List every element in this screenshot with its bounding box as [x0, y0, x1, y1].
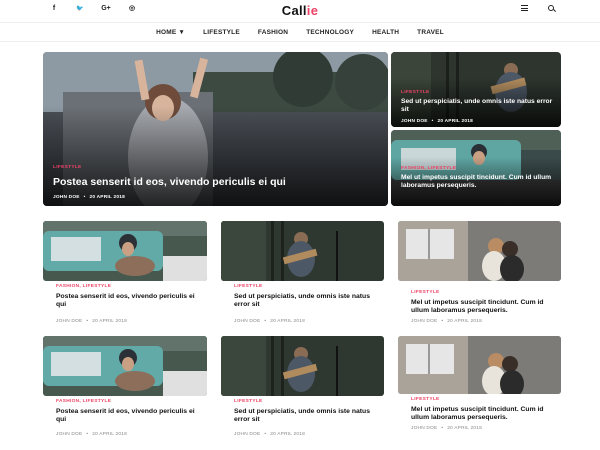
- post-date: 20 APRIL 2018: [89, 195, 125, 200]
- couple-photo: [398, 221, 561, 281]
- post-title[interactable]: Sed ut perspiciatis, unde omnis iste nat…: [401, 98, 553, 114]
- car-photo: [43, 336, 207, 396]
- post-meta: JOHN DOE • 20 APRIL 2018: [401, 119, 553, 124]
- post-date: 20 APRIL 2018: [447, 426, 482, 432]
- post-meta: JOHN DOE • 20 APRIL 2018: [411, 319, 552, 324]
- post-category[interactable]: FASHION, LIFESTYLE: [56, 284, 198, 289]
- post-date: 20 APRIL 2018: [447, 319, 482, 325]
- post-date: 20 APRIL 2018: [270, 432, 305, 438]
- post-title[interactable]: Sed ut perspiciatis, unde omnis iste nat…: [234, 293, 375, 309]
- guitarist-photo: [221, 221, 384, 281]
- post-thumbnail[interactable]: [43, 336, 207, 396]
- featured-side-post-2[interactable]: FASHION, LIFESTYLE Mel ut impetus suscip…: [391, 130, 561, 206]
- post-author[interactable]: JOHN DOE: [234, 319, 260, 324]
- post-date: 20 APRIL 2018: [92, 432, 127, 438]
- post-meta: JOHN DOE • 20 APRIL 2018: [56, 432, 198, 437]
- post-meta: JOHN DOE • 20 APRIL 2018: [234, 432, 375, 437]
- featured-side-post-1[interactable]: LIFESTYLE Sed ut perspiciatis, unde omni…: [391, 52, 561, 127]
- post-category[interactable]: FASHION, LIFESTYLE: [56, 399, 198, 404]
- meta-separator: •: [86, 432, 89, 438]
- post-category[interactable]: LIFESTYLE: [234, 284, 375, 289]
- nav-item-fashion[interactable]: FASHION: [258, 29, 288, 36]
- post-category[interactable]: LIFESTYLE: [401, 90, 553, 95]
- post-category[interactable]: LIFESTYLE: [411, 397, 552, 402]
- post-title[interactable]: Postea senserit id eos, vivendo periculi…: [56, 293, 198, 309]
- post-thumbnail[interactable]: [43, 221, 207, 281]
- meta-separator: •: [431, 119, 434, 124]
- meta-separator: •: [264, 319, 267, 325]
- post-category[interactable]: LIFESTYLE: [53, 165, 380, 170]
- nav-item-home[interactable]: HOME ▼: [156, 29, 185, 36]
- menu-icon[interactable]: [521, 5, 528, 11]
- logo-accent: ie: [306, 3, 319, 18]
- post-meta: JOHN DOE • 20 APRIL 2018: [234, 319, 375, 324]
- post-title[interactable]: Mel ut impetus suscipit tincidunt. Cum i…: [401, 174, 553, 190]
- post-card[interactable]: LIFESTYLE Mel ut impetus suscipit tincid…: [398, 336, 561, 446]
- nav-item-travel[interactable]: TRAVEL: [417, 29, 444, 36]
- post-body: LIFESTYLE Mel ut impetus suscipit tincid…: [408, 394, 555, 432]
- post-body: FASHION, LIFESTYLE Postea senserit id eo…: [53, 396, 201, 438]
- post-title[interactable]: Postea senserit id eos, vivendo periculi…: [53, 176, 380, 189]
- post-author[interactable]: JOHN DOE: [234, 432, 260, 437]
- post-thumbnail[interactable]: [221, 336, 384, 396]
- post-category[interactable]: LIFESTYLE: [411, 290, 552, 295]
- post-date: 20 APRIL 2018: [437, 119, 473, 124]
- logo-text: Call: [281, 3, 307, 18]
- meta-separator: •: [264, 432, 267, 438]
- post-meta: JOHN DOE • 20 APRIL 2018: [53, 195, 380, 200]
- site-logo[interactable]: Callie: [0, 3, 600, 18]
- post-body: LIFESTYLE Sed ut perspiciatis, unde omni…: [231, 281, 378, 325]
- post-card[interactable]: LIFESTYLE Sed ut perspiciatis, unde omni…: [221, 221, 384, 331]
- post-title[interactable]: Postea senserit id eos, vivendo periculi…: [56, 408, 198, 424]
- post-author[interactable]: JOHN DOE: [53, 195, 80, 200]
- post-card[interactable]: FASHION, LIFESTYLE Postea senserit id eo…: [43, 221, 207, 331]
- meta-separator: •: [83, 195, 86, 200]
- post-body: LIFESTYLE Mel ut impetus suscipit tincid…: [408, 287, 555, 325]
- post-card[interactable]: LIFESTYLE Mel ut impetus suscipit tincid…: [398, 221, 561, 331]
- post-thumbnail[interactable]: [398, 336, 561, 394]
- meta-separator: •: [86, 319, 89, 325]
- chevron-down-icon: ▼: [178, 28, 186, 36]
- post-title[interactable]: Sed ut perspiciatis, unde omnis iste nat…: [234, 408, 375, 424]
- post-author[interactable]: JOHN DOE: [411, 426, 437, 431]
- top-bar: f 🐦 G+ ◎ Callie: [0, 0, 600, 22]
- post-date: 20 APRIL 2018: [92, 319, 127, 325]
- featured-main-post[interactable]: LIFESTYLE Postea senserit id eos, vivend…: [43, 52, 388, 206]
- guitarist-photo: [221, 336, 384, 396]
- featured-side-content-1: LIFESTYLE Sed ut perspiciatis, unde omni…: [401, 90, 553, 124]
- post-body: LIFESTYLE Sed ut perspiciatis, unde omni…: [231, 396, 378, 438]
- couple-photo: [398, 336, 561, 394]
- post-date: 20 APRIL 2018: [270, 319, 305, 325]
- nav-item-health[interactable]: HEALTH: [372, 29, 399, 36]
- car-photo: [43, 221, 207, 281]
- post-category[interactable]: FASHION, LIFESTYLE: [401, 166, 553, 171]
- post-meta: JOHN DOE • 20 APRIL 2018: [411, 426, 552, 431]
- search-icon[interactable]: [548, 5, 554, 11]
- featured-main-content: LIFESTYLE Postea senserit id eos, vivend…: [53, 165, 380, 200]
- nav-item-home-label: HOME: [156, 28, 177, 36]
- post-author[interactable]: JOHN DOE: [411, 319, 437, 324]
- post-title[interactable]: Mel ut impetus suscipit tincidunt. Cum i…: [411, 299, 552, 315]
- meta-separator: •: [441, 319, 444, 325]
- post-meta: JOHN DOE • 20 APRIL 2018: [56, 319, 198, 324]
- featured-side-content-2: FASHION, LIFESTYLE Mel ut impetus suscip…: [401, 166, 553, 190]
- main-nav: HOME ▼ LIFESTYLE FASHION TECHNOLOGY HEALT…: [0, 22, 600, 42]
- post-author[interactable]: JOHN DOE: [56, 432, 82, 437]
- nav-item-lifestyle[interactable]: LIFESTYLE: [203, 29, 240, 36]
- post-thumbnail[interactable]: [398, 221, 561, 281]
- post-thumbnail[interactable]: [221, 221, 384, 281]
- post-category[interactable]: LIFESTYLE: [234, 399, 375, 404]
- post-card[interactable]: LIFESTYLE Sed ut perspiciatis, unde omni…: [221, 336, 384, 446]
- post-body: FASHION, LIFESTYLE Postea senserit id eo…: [53, 281, 201, 325]
- header-tools: [521, 5, 554, 11]
- post-author[interactable]: JOHN DOE: [56, 319, 82, 324]
- nav-item-technology[interactable]: TECHNOLOGY: [306, 29, 354, 36]
- meta-separator: •: [441, 426, 444, 432]
- post-card[interactable]: FASHION, LIFESTYLE Postea senserit id eo…: [43, 336, 207, 446]
- post-title[interactable]: Mel ut impetus suscipit tincidunt. Cum i…: [411, 406, 552, 422]
- post-author[interactable]: JOHN DOE: [401, 119, 428, 124]
